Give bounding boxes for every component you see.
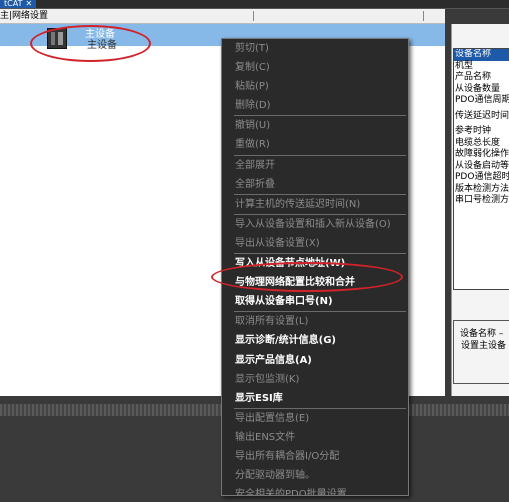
menu-item: 输出ENS文件 [235,431,296,443]
network-header-label: 主|网络设置 [0,11,49,21]
menu-item: 粘贴(P) [235,81,269,93]
menu-item: 重做(R) [235,139,270,151]
description-box: 设备名称 – 设置主设备 [453,320,509,384]
tab-label: tCAT [4,0,23,8]
tab-ethercat[interactable]: tCAT ✕ [0,0,37,8]
property-row[interactable]: 故障弱化操作 [454,149,509,161]
menu-item: 分配驱动器到轴。 [235,470,315,482]
menu-item[interactable]: 显示诊断/统计信息(G) [222,331,408,350]
property-row[interactable]: 版本检测方法 [454,184,509,196]
menu-item: 导出从设备设置(X) [235,237,320,249]
network-header: 主|网络设置 [0,9,445,24]
property-row[interactable]: PDO通信超时 [454,172,509,184]
property-row[interactable]: 从设备启动等 [454,161,509,173]
menu-item: 计算主机的传送延迟时间(N) [235,198,361,210]
property-row[interactable]: 设备名称 [454,49,509,61]
annotation-ellipse [30,25,151,62]
column-divider [253,11,254,21]
menu-item[interactable]: 显示ESI库 [222,389,408,408]
tab-strip: tCAT ✕ [0,0,509,9]
property-row[interactable]: 电缆总长度 [454,138,509,150]
property-row[interactable]: 参考时钟 [454,126,509,138]
menu-item: 全部折叠 [235,178,275,190]
menu-item: 显示包监测(K) [235,373,300,385]
description-value: 设置主设备 [461,341,507,351]
menu-item: 删除(D) [235,100,271,112]
menu-item: 导出所有耦合器I/O分配 [235,450,340,462]
property-row[interactable]: 传送延迟时间 [454,111,509,123]
property-row[interactable]: PDO通信周期 [454,95,509,107]
close-icon[interactable]: ✕ [25,0,32,8]
menu-item: 导出配置信息(E) [235,412,310,424]
annotation-ellipse [211,262,403,292]
property-row[interactable]: 从设备数量 [454,84,509,96]
properties-table: 设备名称 机型 产品名称 从设备数量 PDO通信周期 传送延迟时间 参考时钟 电缆总长度 故障弱… [453,48,509,290]
menu-item[interactable]: 显示产品信息(A) [222,351,408,370]
menu-item: 剪切(T) [235,43,269,54]
property-row[interactable]: 机型 [454,61,509,73]
menu-item: 取消所有设置(L) [235,316,309,328]
property-row[interactable]: 产品名称 [454,72,509,84]
menu-item: 全部展开 [235,159,275,171]
property-row[interactable]: 串口号检测方 [454,195,509,207]
column-divider [423,11,424,21]
menu-item: 安全相关的PDO批量设置 [235,489,347,496]
menu-item: 撤销(U) [235,120,271,132]
menu-item: 复制(C) [235,62,270,74]
menu-item[interactable]: 取得从设备串口号(N) [222,292,408,311]
menu-item: 导入从设备设置和插入新从设备(O) [235,218,391,230]
